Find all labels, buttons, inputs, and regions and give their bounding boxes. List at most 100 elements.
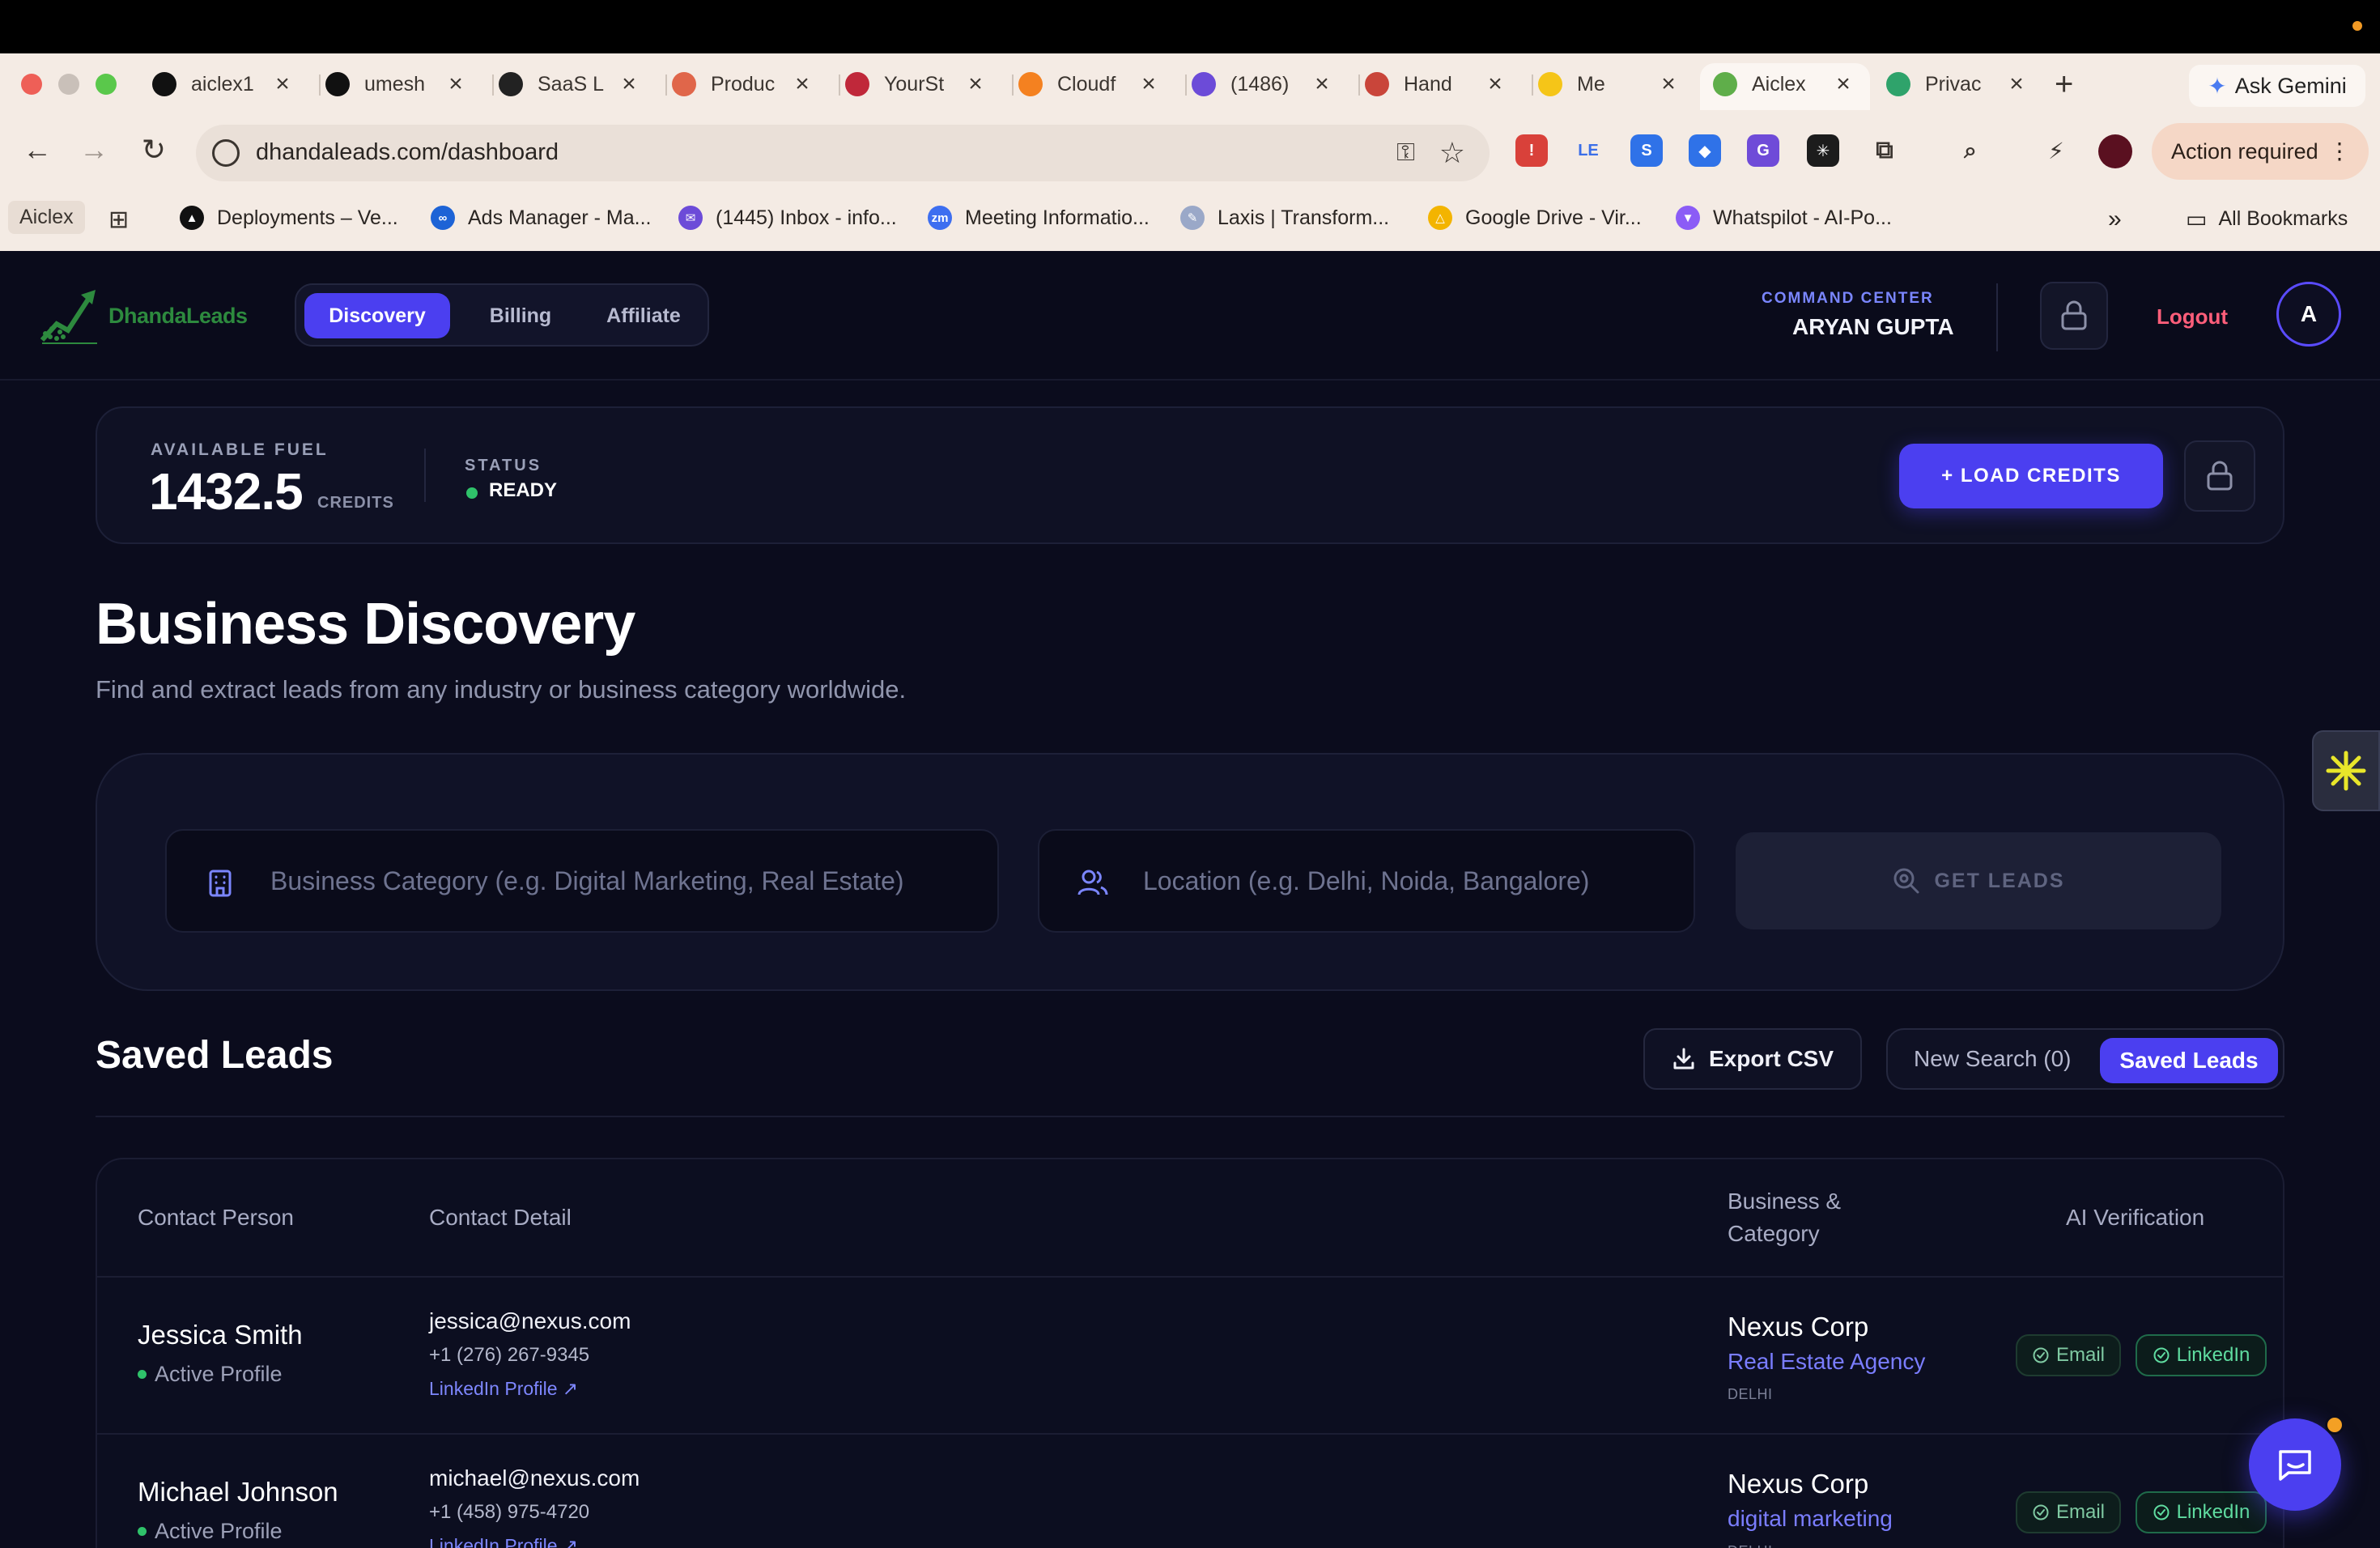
get-leads-button[interactable]: GET LEADS <box>1736 832 2221 929</box>
password-key-icon[interactable]: ⚿ <box>1396 139 1415 167</box>
search-tab-icon[interactable]: ⌕ <box>1954 134 1987 167</box>
tab-close-icon[interactable]: × <box>1660 70 1677 98</box>
bookmark-star-icon[interactable]: ☆ <box>1439 136 1465 170</box>
browser-tab[interactable]: Me × <box>1538 65 1677 104</box>
browser-tab[interactable]: Produc × <box>672 65 811 104</box>
bookmark-item[interactable]: △ Google Drive - Vir... <box>1428 206 1642 230</box>
toggle-saved-leads[interactable]: Saved Leads <box>2100 1038 2278 1083</box>
url-text[interactable]: dhandaleads.com/dashboard <box>256 139 559 166</box>
bookmark-label: Laxis | Transform... <box>1218 206 1390 229</box>
user-avatar[interactable]: A <box>2276 282 2341 347</box>
business-category-input[interactable]: Business Category (e.g. Digital Marketin… <box>165 829 999 933</box>
browser-tab[interactable]: YourSt × <box>845 65 984 104</box>
meet-icon <box>1538 72 1562 96</box>
tab-separator <box>319 74 321 96</box>
tab-close-icon[interactable]: × <box>1486 70 1504 98</box>
fuel-card: AVAILABLE FUEL 1432.5 CREDITS STATUS REA… <box>96 406 2284 544</box>
minimize-window-button[interactable] <box>58 74 79 95</box>
performance-icon[interactable]: ⚡ <box>2040 134 2072 167</box>
extension-icon[interactable]: ◆ <box>1689 134 1721 167</box>
bookmark-item[interactable]: ✉ (1445) Inbox - info... <box>678 206 897 230</box>
all-bookmarks-button[interactable]: ▭ All Bookmarks <box>2186 206 2348 232</box>
section-divider <box>96 1116 2284 1117</box>
logout-button[interactable]: Logout <box>2157 304 2228 330</box>
tab-close-icon[interactable]: × <box>274 70 291 98</box>
tab-close-icon[interactable]: × <box>1834 70 1852 98</box>
tab-close-icon[interactable]: × <box>793 70 811 98</box>
badge-label: LinkedIn <box>2176 1344 2250 1366</box>
nav-discovery[interactable]: Discovery <box>304 293 450 338</box>
browser-tab[interactable]: (1486) × <box>1192 65 1331 104</box>
contact-phone[interactable]: +1 (276) 267-9345 <box>429 1344 589 1367</box>
site-info-icon[interactable] <box>212 139 240 167</box>
table-row[interactable]: Michael Johnson Active Profile michael@nex… <box>97 1435 2283 1548</box>
nav-affiliate[interactable]: Affiliate <box>584 293 703 338</box>
extensions-puzzle-icon[interactable]: ⧉ <box>1868 134 1901 167</box>
side-widget-button[interactable] <box>2312 730 2380 811</box>
linkedin-profile-link[interactable]: LinkedIn Profile ↗ <box>429 1378 578 1400</box>
business-category: digital marketing <box>1728 1506 1893 1531</box>
tab-close-icon[interactable]: × <box>967 70 984 98</box>
browser-tab[interactable]: Cloudf × <box>1018 65 1158 104</box>
close-window-button[interactable] <box>21 74 42 95</box>
load-credits-button[interactable]: + LOAD CREDITS <box>1899 444 2163 508</box>
tab-label: aiclex1 <box>191 72 254 96</box>
extension-icon[interactable]: ! <box>1515 134 1548 167</box>
more-menu-icon[interactable]: ⋮ <box>2328 138 2351 164</box>
chat-notification-dot <box>2325 1415 2344 1435</box>
more-bookmarks-icon[interactable]: » <box>2108 206 2122 233</box>
browser-tab[interactable]: umesh × <box>325 65 465 104</box>
extension-icon[interactable]: ✳ <box>1807 134 1839 167</box>
forward-icon[interactable]: → <box>76 133 112 167</box>
location-input[interactable]: Location (e.g. Delhi, Noida, Bangalore) <box>1038 829 1695 933</box>
extension-icon[interactable]: S <box>1630 134 1663 167</box>
bookmark-item[interactable]: ✎ Laxis | Transform... <box>1180 206 1389 230</box>
chat-button[interactable] <box>2249 1418 2341 1511</box>
tab-close-icon[interactable]: × <box>620 70 638 98</box>
bookmark-label: Deployments – Ve... <box>217 206 398 229</box>
reload-icon[interactable]: ↻ <box>136 133 172 167</box>
browser-tab[interactable]: aiclex1 × <box>152 65 291 104</box>
contact-phone[interactable]: +1 (458) 975-4720 <box>429 1501 589 1524</box>
extension-icon[interactable]: LE <box>1572 134 1604 167</box>
address-bar[interactable]: dhandaleads.com/dashboard ⚿ ☆ <box>196 125 1490 181</box>
bookmark-item[interactable]: ▲ Deployments – Ve... <box>180 206 398 230</box>
header-lock-button[interactable] <box>2040 282 2108 350</box>
check-circle-icon <box>2153 1347 2170 1363</box>
linkedin-profile-link[interactable]: LinkedIn Profile ↗ <box>429 1535 578 1548</box>
nav-billing[interactable]: Billing <box>460 293 581 338</box>
toggle-new-search[interactable]: New Search (0) <box>1914 1046 2072 1072</box>
export-csv-button[interactable]: Export CSV <box>1643 1028 1862 1090</box>
bookmark-item[interactable]: ∞ Ads Manager - Ma... <box>431 206 651 230</box>
tab-close-icon[interactable]: × <box>447 70 465 98</box>
maximize-window-button[interactable] <box>96 74 117 95</box>
browser-tab[interactable]: Aiclex × <box>1713 65 1852 104</box>
browser-tab[interactable]: SaaS L × <box>499 65 638 104</box>
contact-email[interactable]: michael@nexus.com <box>429 1465 640 1491</box>
browser-tab[interactable]: Privac × <box>1886 65 2025 104</box>
back-icon[interactable]: ← <box>19 133 55 167</box>
column-contact-person: Contact Person <box>138 1205 294 1230</box>
apps-grid-icon[interactable]: ⊞ <box>108 206 129 234</box>
bookmark-item[interactable]: ▼ Whatspilot - AI-Po... <box>1676 206 1892 230</box>
action-required-button[interactable]: Action required ⋮ <box>2152 123 2369 180</box>
logo[interactable]: DhandaLeads <box>39 285 248 347</box>
tab-close-icon[interactable]: × <box>1313 70 1331 98</box>
ask-gemini-button[interactable]: ✦ Ask Gemini <box>2189 65 2365 107</box>
fuel-lock-button[interactable] <box>2184 440 2255 512</box>
tab-separator <box>1012 74 1014 96</box>
business-category: Real Estate Agency <box>1728 1349 1926 1374</box>
profile-avatar[interactable] <box>2098 134 2132 168</box>
ys-icon <box>845 72 869 96</box>
gemini-spark-icon: ✦ <box>2208 73 2227 99</box>
saved-leads-title: Saved Leads <box>96 1034 334 1077</box>
extension-icon[interactable]: G <box>1747 134 1779 167</box>
new-tab-button[interactable]: + <box>2055 66 2073 103</box>
browser-tab[interactable]: Hand × <box>1365 65 1504 104</box>
contact-email[interactable]: jessica@nexus.com <box>429 1308 631 1334</box>
bookmark-aiclex[interactable]: Aiclex <box>8 201 85 234</box>
table-row[interactable]: Jessica Smith Active Profile jessica@nexus… <box>97 1278 2283 1435</box>
bookmark-item[interactable]: zm Meeting Informatio... <box>928 206 1150 230</box>
tab-close-icon[interactable]: × <box>1140 70 1158 98</box>
tab-close-icon[interactable]: × <box>2008 70 2025 98</box>
